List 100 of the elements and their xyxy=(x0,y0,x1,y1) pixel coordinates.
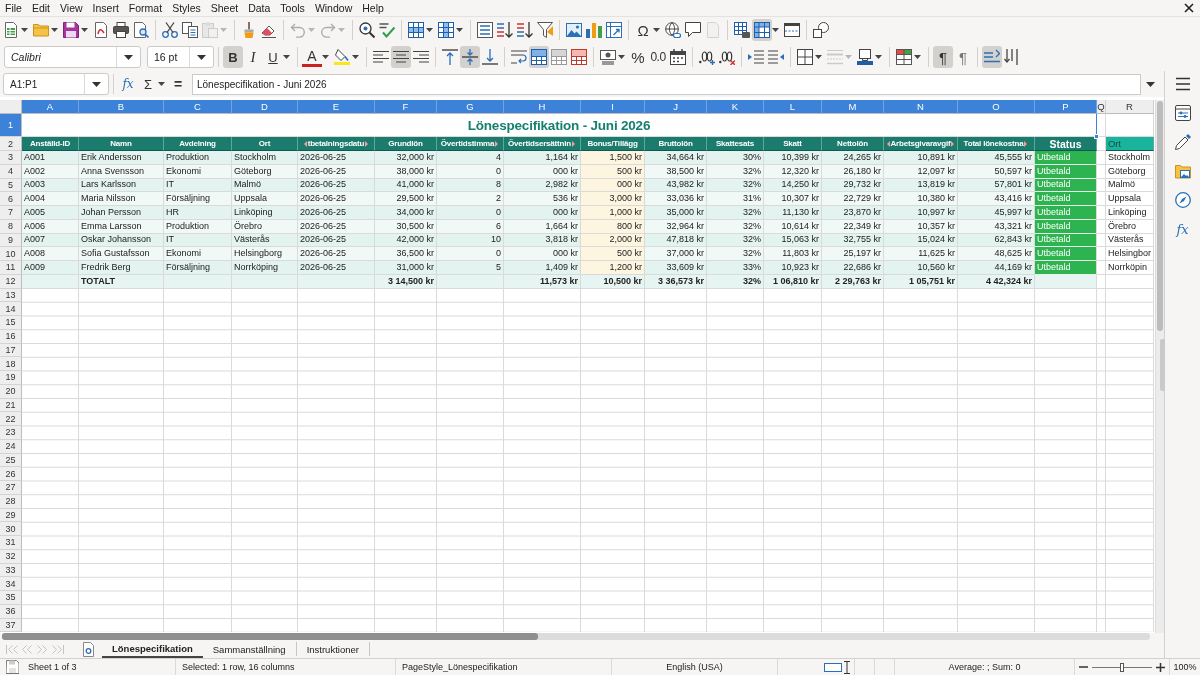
row-header[interactable]: 27 xyxy=(0,481,22,495)
copy-button[interactable] xyxy=(180,19,200,41)
find-replace-button[interactable] xyxy=(357,19,377,41)
caret-icon[interactable] xyxy=(21,28,28,32)
caret-icon[interactable] xyxy=(51,28,58,32)
row-header[interactable]: 11 xyxy=(0,261,22,275)
sidebar-collapse-handle[interactable] xyxy=(1160,339,1165,391)
caret-icon[interactable] xyxy=(653,28,660,32)
slider-thumb[interactable] xyxy=(1120,662,1124,672)
caret-icon[interactable] xyxy=(815,55,822,59)
column-header[interactable]: G xyxy=(437,100,504,114)
row-header[interactable]: 18 xyxy=(0,357,22,371)
border-color-button[interactable] xyxy=(855,46,875,68)
row-header[interactable]: 19 xyxy=(0,371,22,385)
row-header[interactable]: 34 xyxy=(0,577,22,591)
menu-item[interactable]: View xyxy=(55,0,88,16)
row-header[interactable]: 3 xyxy=(0,151,22,165)
formula-button[interactable]: = xyxy=(168,73,188,95)
caret-icon[interactable] xyxy=(124,54,133,60)
caret-icon[interactable] xyxy=(197,54,206,60)
caret-icon[interactable] xyxy=(772,28,779,32)
fill-handle[interactable] xyxy=(1094,134,1099,139)
align-middle-button[interactable] xyxy=(460,46,480,68)
print-button[interactable] xyxy=(111,19,131,41)
row-header[interactable]: 2 xyxy=(0,137,22,151)
menu-item[interactable]: Insert xyxy=(87,0,124,16)
menu-item[interactable]: Styles xyxy=(167,0,206,16)
merge-center-button[interactable] xyxy=(529,46,549,68)
row-header[interactable]: 31 xyxy=(0,536,22,550)
row-header[interactable]: 23 xyxy=(0,426,22,440)
unmerge-cells-button[interactable] xyxy=(569,46,589,68)
column-header[interactable]: I xyxy=(581,100,645,114)
column-header[interactable]: P xyxy=(1035,100,1097,114)
align-top-button[interactable] xyxy=(440,46,460,68)
caret-icon[interactable] xyxy=(283,55,290,59)
column-header[interactable]: O xyxy=(958,100,1035,114)
conditional-format-button[interactable] xyxy=(894,46,914,68)
align-center-button[interactable] xyxy=(391,46,411,68)
caret-icon[interactable] xyxy=(914,55,921,59)
freeze-button[interactable] xyxy=(752,19,772,41)
scrollbar-thumb[interactable] xyxy=(2,633,538,640)
font-name-field[interactable]: Calibri xyxy=(4,46,141,68)
add-sheet-icon[interactable] xyxy=(82,641,94,657)
column-header[interactable]: B xyxy=(79,100,164,114)
row-header[interactable]: 14 xyxy=(0,302,22,316)
sheet-tab[interactable]: Sammanställning xyxy=(202,642,297,656)
horizontal-text-button[interactable] xyxy=(982,46,1002,68)
cut-button[interactable] xyxy=(160,19,180,41)
close-icon[interactable] xyxy=(1184,3,1194,13)
row-header[interactable]: 10 xyxy=(0,247,22,261)
row-header[interactable]: 30 xyxy=(0,522,22,536)
row-header[interactable]: 26 xyxy=(0,467,22,481)
align-bottom-button[interactable] xyxy=(480,46,500,68)
pivot-table-button[interactable] xyxy=(604,19,624,41)
column-header[interactable]: R xyxy=(1106,100,1154,114)
row-header[interactable]: 15 xyxy=(0,316,22,330)
sum-button[interactable]: Σ xyxy=(138,73,158,95)
percent-format-button[interactable]: % xyxy=(628,46,648,68)
column-header[interactable]: D xyxy=(232,100,298,114)
caret-icon[interactable] xyxy=(618,55,625,59)
column-header[interactable]: L xyxy=(764,100,822,114)
underline-button[interactable]: U xyxy=(263,46,283,68)
menu-item[interactable]: Help xyxy=(357,0,389,16)
row-button[interactable] xyxy=(406,19,426,41)
column-header[interactable]: C xyxy=(164,100,232,114)
menu-item[interactable]: Tools xyxy=(275,0,310,16)
caret-icon[interactable] xyxy=(426,28,433,32)
caret-icon[interactable] xyxy=(322,55,329,59)
zoom-percentage[interactable]: 100% xyxy=(1173,662,1197,672)
merge-cells-button[interactable] xyxy=(549,46,569,68)
plus-icon[interactable] xyxy=(1156,662,1165,672)
language-indicator[interactable]: English (USA) xyxy=(666,662,723,672)
menu-item[interactable]: Window xyxy=(309,0,358,16)
column-button[interactable] xyxy=(436,19,456,41)
borders-button[interactable] xyxy=(795,46,815,68)
functions-button[interactable]: fx xyxy=(1171,218,1194,240)
column-header[interactable]: A xyxy=(22,100,79,114)
caret-icon[interactable] xyxy=(352,55,359,59)
caret-icon[interactable] xyxy=(81,28,88,32)
date-format-button[interactable] xyxy=(668,46,688,68)
name-box[interactable]: A1:P1 xyxy=(3,73,109,95)
italic-button[interactable]: I xyxy=(243,46,263,68)
shapes-button[interactable] xyxy=(811,19,831,41)
caret-icon[interactable] xyxy=(158,82,165,86)
caret-icon[interactable] xyxy=(456,28,463,32)
row-header[interactable]: 22 xyxy=(0,412,22,426)
row-header[interactable]: 35 xyxy=(0,591,22,605)
column-header[interactable]: E xyxy=(298,100,375,114)
caret-icon[interactable] xyxy=(1146,81,1155,87)
column-header[interactable]: F xyxy=(375,100,437,114)
row-header[interactable]: 7 xyxy=(0,206,22,220)
hyperlink-button[interactable] xyxy=(663,19,683,41)
special-character-button[interactable]: Ω xyxy=(633,19,653,41)
column-header[interactable]: H xyxy=(504,100,581,114)
vertical-scrollbar[interactable] xyxy=(1155,100,1164,633)
font-color-button[interactable]: A xyxy=(302,47,322,67)
caret-icon[interactable] xyxy=(92,81,101,87)
row-header[interactable]: 1 xyxy=(0,114,22,137)
number-format-button[interactable]: 0.0 xyxy=(648,46,668,68)
autofilter-button[interactable] xyxy=(535,19,555,41)
